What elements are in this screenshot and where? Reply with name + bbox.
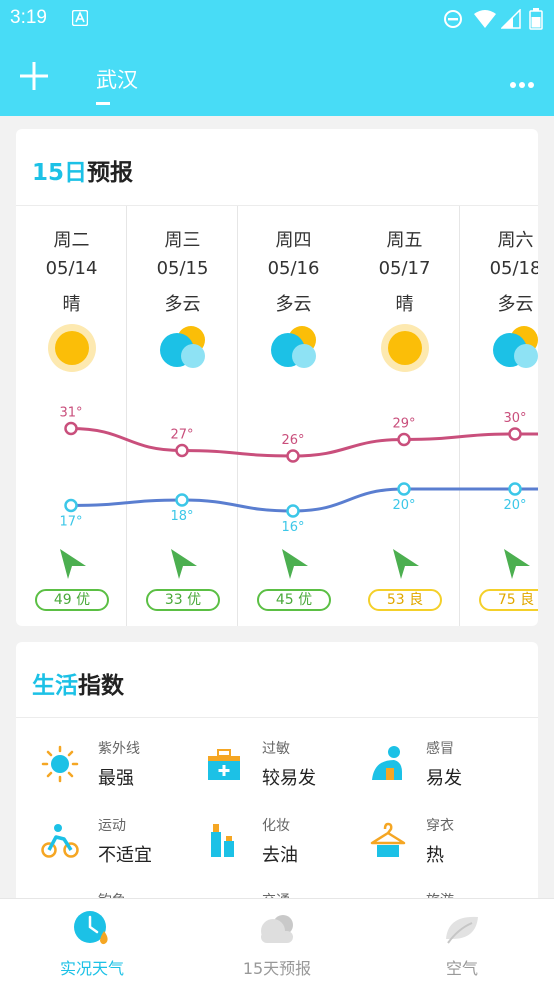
- day-weekday: 周五: [386, 230, 423, 251]
- bottom-navigation: 实况天气 15天预报 空气: [0, 898, 554, 984]
- cloud-icon: [257, 909, 297, 949]
- day-condition: 晴: [395, 294, 414, 315]
- day-weekday: 周四: [275, 230, 312, 251]
- low-temp-label: 17°: [59, 515, 82, 530]
- day-weekday: 周二: [53, 230, 90, 251]
- forecast-scroll[interactable]: 周二 05/14 晴 49 优 周三 05/15 多云 33 优 周四 05/1…: [16, 206, 538, 626]
- day-date: 05/18: [489, 258, 538, 279]
- forecast-card: 15日预报 周二 05/14 晴 49 优 周三 05/15 多云 33 优 周…: [16, 129, 538, 626]
- aqi-badge: 45 优: [257, 589, 331, 611]
- aqi-badge: 53 良: [368, 589, 442, 611]
- low-temp-point: [175, 493, 189, 507]
- day-date: 05/15: [156, 258, 209, 279]
- status-time: 3:19: [10, 7, 47, 28]
- nav-live-weather[interactable]: 实况天气: [0, 899, 184, 984]
- temperature-chart: 31° 17° 27° 18° 26° 16° 29° 20° 30° 20°: [59, 406, 538, 535]
- low-temp-label: 20°: [503, 498, 526, 513]
- aqi-badge: 33 优: [146, 589, 220, 611]
- cycling-icon: [40, 821, 80, 861]
- high-temp-label: 29°: [392, 417, 415, 432]
- notification-app-icon: [71, 9, 89, 30]
- day-date: 05/17: [378, 258, 431, 279]
- leaf-icon: [442, 909, 482, 949]
- life-item-uv[interactable]: 紫外线 最强: [40, 738, 200, 798]
- high-temp-label: 31°: [59, 406, 82, 421]
- status-bar: 3:19: [0, 0, 554, 40]
- low-temp-point: [64, 498, 78, 513]
- cosmetics-icon: [204, 821, 244, 861]
- cloudy-icon: [490, 322, 538, 374]
- signal-icon: [500, 8, 521, 33]
- city-tab[interactable]: 武汉: [96, 64, 138, 94]
- sun-icon: [46, 322, 98, 374]
- wind-direction-icon: [278, 546, 310, 582]
- high-temp-label: 27°: [170, 428, 193, 443]
- day-condition: 多云: [497, 294, 534, 315]
- low-temp-line: [70, 487, 538, 513]
- nav-15day-forecast[interactable]: 15天预报: [185, 899, 369, 984]
- aqi-badge: 75 良: [479, 589, 538, 611]
- app-toolbar: 武汉: [0, 40, 554, 116]
- nav-air-quality[interactable]: 空气: [370, 899, 554, 984]
- clothes-hanger-icon: [368, 821, 408, 861]
- life-item-sport[interactable]: 运动 不适宜: [40, 815, 200, 875]
- life-item-makeup[interactable]: 化妆 去油: [204, 815, 364, 875]
- life-item-clothing[interactable]: 穿衣 热: [368, 815, 528, 875]
- low-temp-label: 18°: [170, 509, 193, 524]
- life-item-allergy[interactable]: 过敏 较易发: [204, 738, 364, 798]
- day-weekday: 周六: [497, 230, 534, 251]
- day-weekday: 周三: [164, 230, 201, 251]
- day-date: 05/16: [267, 258, 320, 279]
- wifi-icon: [473, 9, 497, 33]
- medical-kit-icon: [204, 744, 244, 784]
- wind-direction-icon: [167, 546, 199, 582]
- aqi-badge: 49 优: [35, 589, 109, 611]
- sick-person-icon: [368, 744, 408, 784]
- cloudy-icon: [157, 322, 209, 374]
- low-temp-point: [286, 504, 300, 518]
- forecast-title: 15日预报: [32, 160, 134, 186]
- cloudy-icon: [268, 322, 320, 374]
- low-temp-point: [397, 482, 411, 496]
- city-tab-indicator: [96, 102, 110, 105]
- life-divider: [16, 717, 538, 718]
- high-temp-point: [508, 427, 522, 441]
- day-condition: 多云: [275, 294, 312, 315]
- life-index-title: 生活指数: [32, 673, 124, 699]
- low-temp-point: [508, 482, 522, 496]
- uv-sun-icon: [40, 744, 80, 784]
- more-menu-button[interactable]: [510, 74, 534, 93]
- high-temp-point: [64, 421, 78, 436]
- life-index-card: 生活指数 紫外线 最强 过敏 较易发 感冒 易发 运动 不适宜 化妆 去油 穿衣…: [16, 642, 538, 922]
- add-city-button[interactable]: [18, 60, 50, 92]
- day-condition: 晴: [62, 294, 81, 315]
- day-date: 05/14: [45, 258, 98, 279]
- high-temp-label: 26°: [281, 433, 304, 448]
- day-condition: 多云: [164, 294, 201, 315]
- low-temp-label: 20°: [392, 498, 415, 513]
- battery-icon: [529, 8, 543, 34]
- wind-direction-icon: [56, 546, 88, 582]
- do-not-disturb-icon: [443, 9, 463, 33]
- high-temp-label: 30°: [503, 411, 526, 426]
- life-item-cold[interactable]: 感冒 易发: [368, 738, 528, 798]
- high-temp-point: [397, 432, 411, 447]
- clock-drop-icon: [72, 909, 112, 949]
- sun-icon: [379, 322, 431, 374]
- high-temp-point: [175, 443, 189, 458]
- wind-direction-icon: [500, 546, 532, 582]
- low-temp-label: 16°: [281, 520, 304, 535]
- wind-direction-icon: [389, 546, 421, 582]
- high-temp-point: [286, 449, 300, 463]
